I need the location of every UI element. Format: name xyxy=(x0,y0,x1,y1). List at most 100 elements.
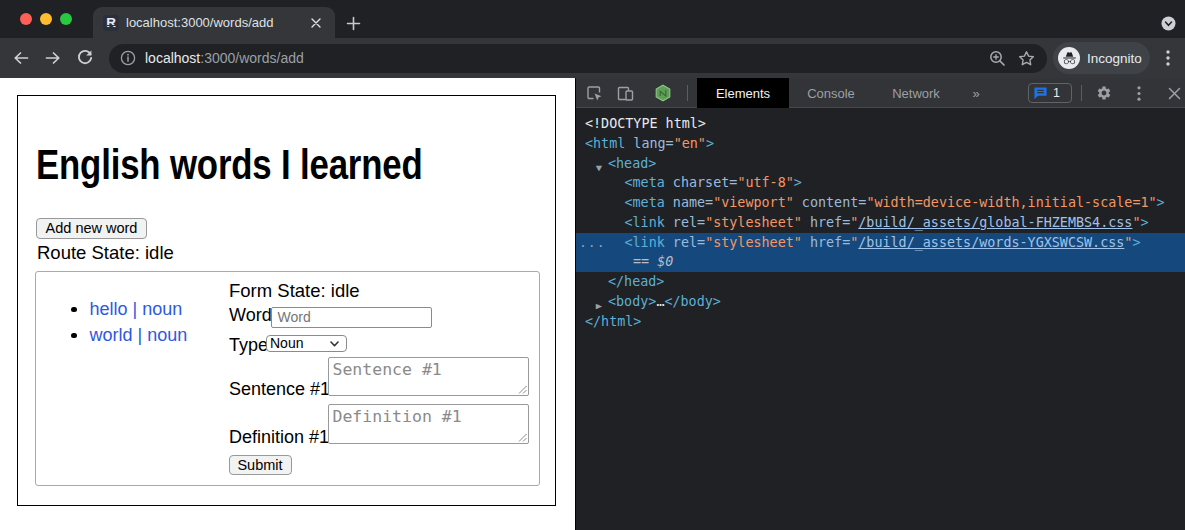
dom-tree: <!DOCTYPE html><html lang="en">▼<head><m… xyxy=(576,114,1185,331)
dom-token-tag: > xyxy=(1157,195,1165,210)
sentence-textarea[interactable]: Sentence #1 xyxy=(328,357,530,397)
zoom-page-icon[interactable] xyxy=(989,50,1006,67)
close-window-button[interactable] xyxy=(20,13,32,25)
dom-token-val: "stylesheet" xyxy=(705,215,802,230)
word-link[interactable]: world | noun xyxy=(90,325,188,345)
route-state-text: Route State: idle xyxy=(37,244,174,263)
issues-count: 1 xyxy=(1053,86,1060,100)
browser-toolbar: localhost:3000/words/add Incognito xyxy=(0,38,1185,78)
type-select[interactable]: Noun xyxy=(266,335,348,353)
window-content: English words I learned Add new word Rou… xyxy=(0,78,1185,530)
browser-menu-icon[interactable] xyxy=(1166,50,1170,66)
tab-close-icon[interactable] xyxy=(311,18,321,28)
dom-token-tag: > xyxy=(794,175,802,190)
dom-tree-row[interactable]: <html lang="en"> xyxy=(576,134,1185,154)
dom-tree-row[interactable]: ▶<body>…</body> xyxy=(576,292,1185,312)
definition-textarea[interactable]: Definition #1 xyxy=(328,404,530,445)
browser-window: R localhost:3000/words/add localhost: xyxy=(0,0,1185,530)
url-host: localhost xyxy=(145,50,200,66)
form-state-text: Form State: idle xyxy=(229,282,360,301)
resize-grip-icon[interactable] xyxy=(517,432,527,442)
device-toolbar-icon[interactable] xyxy=(612,78,638,108)
inspect-element-icon[interactable] xyxy=(581,78,607,108)
bookmark-star-icon[interactable] xyxy=(1018,50,1035,67)
definition-label: Definition #1 xyxy=(229,428,329,446)
dom-token-tag: > xyxy=(1140,215,1148,230)
tab-elements[interactable]: Elements xyxy=(697,78,789,108)
url-path: :3000/words/add xyxy=(200,50,304,66)
word-list-item: world | noun xyxy=(90,326,188,344)
dom-token-meta: == $0 xyxy=(633,254,673,269)
dom-token-attr: content= xyxy=(794,195,867,210)
tab-console[interactable]: Console xyxy=(789,78,873,108)
submit-button[interactable]: Submit xyxy=(229,455,292,475)
resize-grip-icon[interactable] xyxy=(517,384,527,394)
site-info-icon[interactable] xyxy=(120,50,136,66)
dom-token-tag: </html> xyxy=(585,314,641,329)
dom-token-tag: <head> xyxy=(608,156,656,171)
dom-token-tag: > xyxy=(1132,235,1140,250)
web-page: English words I learned Add new word Rou… xyxy=(0,78,575,530)
dom-token-text: <!DOCTYPE html> xyxy=(585,116,706,131)
dom-tree-row[interactable]: <meta charset="utf-8"> xyxy=(576,173,1185,193)
address-bar[interactable]: localhost:3000/words/add xyxy=(109,44,1047,73)
devtools-menu-icon[interactable] xyxy=(1126,78,1152,108)
dom-token-val: "utf-8" xyxy=(737,175,793,190)
dom-token-tag: <link xyxy=(625,235,665,250)
dom-tree-row[interactable]: ▼<head> xyxy=(576,154,1185,174)
dom-token-tag: <html xyxy=(585,136,625,151)
dom-tree-row[interactable]: <meta name="viewport" content="width=dev… xyxy=(576,193,1185,213)
dom-token-link: /build/_assets/global-FHZEMBS4.css xyxy=(858,215,1132,230)
bullet-icon xyxy=(71,333,77,339)
node-devtools-icon[interactable] xyxy=(650,78,676,108)
add-new-word-button[interactable]: Add new word xyxy=(36,218,147,240)
back-icon[interactable] xyxy=(9,46,33,70)
settings-gear-icon[interactable] xyxy=(1091,78,1117,108)
dom-token-tag: <body> xyxy=(608,294,656,309)
dom-token-tag: </head> xyxy=(608,274,664,289)
devtools-close-icon[interactable] xyxy=(1161,78,1185,108)
forward-icon[interactable] xyxy=(41,46,65,70)
sentence-label: Sentence #1 xyxy=(229,380,330,398)
dom-token-val: "width=device-width,initial-scale=1" xyxy=(866,195,1156,210)
dom-tree-row[interactable]: </html> xyxy=(576,312,1185,332)
tab-search-button[interactable] xyxy=(1161,16,1176,31)
dom-tree-row[interactable]: <!DOCTYPE html> xyxy=(576,114,1185,134)
row-menu-icon[interactable]: ... xyxy=(579,233,605,253)
zoom-window-button[interactable] xyxy=(60,13,72,25)
more-tabs-icon[interactable]: » xyxy=(962,78,990,108)
tab-strip: R localhost:3000/words/add xyxy=(0,0,1185,38)
new-tab-button[interactable] xyxy=(346,16,361,31)
dom-token-attr: lang= xyxy=(625,136,673,151)
bullet-icon xyxy=(71,307,77,313)
word-label: Word xyxy=(229,306,272,324)
dom-token-attr: href= xyxy=(802,235,850,250)
minimize-window-button[interactable] xyxy=(40,13,52,25)
dom-tree-row[interactable]: <link rel="stylesheet" href="/build/_ass… xyxy=(576,213,1185,233)
dom-token-attr: rel= xyxy=(665,215,705,230)
incognito-badge[interactable]: Incognito xyxy=(1053,42,1150,74)
incognito-label: Incognito xyxy=(1087,51,1142,66)
issues-counter[interactable]: 1 xyxy=(1028,83,1072,103)
dom-token-attr: name= xyxy=(665,195,713,210)
url-text: localhost:3000/words/add xyxy=(145,50,304,66)
dom-token-attr: href= xyxy=(802,215,850,230)
dom-tree-row[interactable]: ...<link rel="stylesheet" href="/build/_… xyxy=(576,233,1185,253)
dom-token-attr: rel= xyxy=(665,235,705,250)
dom-tree-row[interactable]: == $0 xyxy=(576,252,1185,272)
word-list-item: hello | noun xyxy=(90,300,183,318)
word-link[interactable]: hello | noun xyxy=(90,299,183,319)
remix-favicon-icon: R xyxy=(103,15,119,31)
browser-tab[interactable]: R localhost:3000/words/add xyxy=(93,7,335,38)
dom-tree-row[interactable]: </head> xyxy=(576,272,1185,292)
devtools-toolbar: Elements Console Network » 1 xyxy=(576,78,1185,108)
reload-icon[interactable] xyxy=(73,46,97,70)
toolbar-separator xyxy=(1081,85,1082,101)
tab-title: localhost:3000/words/add xyxy=(126,15,311,30)
devtools-panel: Elements Console Network » 1 xyxy=(575,78,1185,530)
tab-network[interactable]: Network xyxy=(873,78,959,108)
page-title: English words I learned xyxy=(36,144,423,186)
dom-token-val: "stylesheet" xyxy=(705,235,802,250)
word-input[interactable]: Word xyxy=(271,307,432,329)
type-label: Type xyxy=(229,336,268,354)
